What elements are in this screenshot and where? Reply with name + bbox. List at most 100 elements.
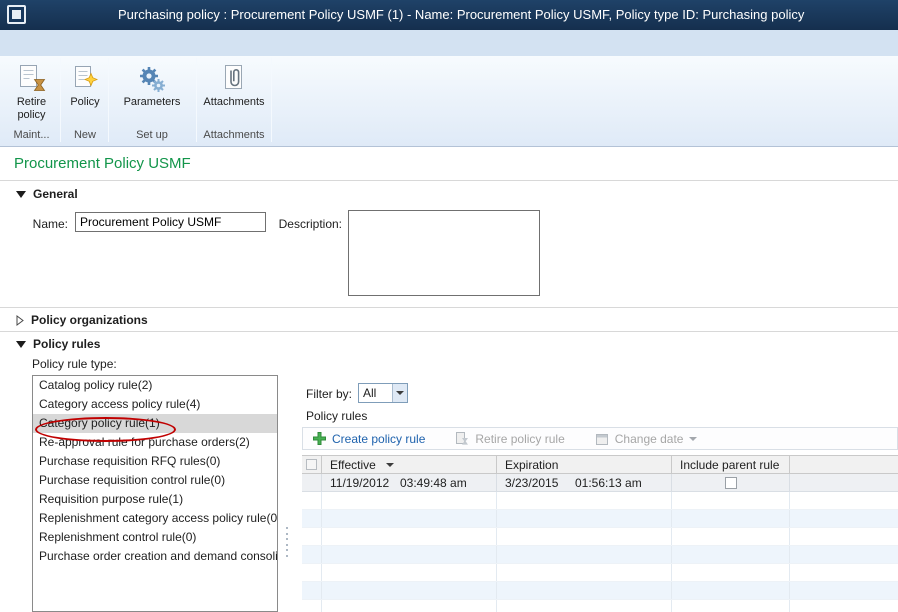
- column-header-label: Expiration: [505, 458, 558, 472]
- filter-by-label: Filter by:: [306, 387, 352, 401]
- rule-type-item[interactable]: Category access policy rule(4): [33, 395, 277, 414]
- include-parent-rule-cell: [672, 474, 790, 491]
- ribbon-group-caption: Set up: [136, 129, 168, 144]
- row-select-cell[interactable]: [302, 474, 322, 491]
- description-label: Description:: [276, 217, 342, 231]
- description-field[interactable]: [348, 210, 540, 296]
- create-policy-rule-label: Create policy rule: [332, 432, 425, 446]
- change-date-button[interactable]: Change date: [595, 432, 698, 446]
- parameters-button[interactable]: Parameters: [124, 58, 181, 129]
- grid-empty-row: [302, 546, 898, 564]
- effective-date: 11/19/2012: [330, 476, 400, 490]
- name-label: Name:: [22, 217, 68, 231]
- section-header-policy-rules[interactable]: Policy rules: [16, 337, 100, 351]
- ribbon-group-maintain: Retire policy Maint...: [4, 58, 59, 144]
- grid-empty-row: [302, 582, 898, 600]
- title-bar: Purchasing policy : Procurement Policy U…: [0, 0, 898, 30]
- change-date-label: Change date: [615, 432, 684, 446]
- ribbon-group-separator: [108, 58, 109, 142]
- rule-type-item[interactable]: Purchase requisition RFQ rules(0): [33, 452, 277, 471]
- divider: [0, 331, 898, 332]
- ribbon-group-separator: [60, 58, 61, 142]
- column-header-label: Effective: [330, 458, 376, 472]
- rule-type-item[interactable]: Replenishment category access policy rul…: [33, 509, 277, 528]
- purchasing-policy-window: Purchasing policy : Procurement Policy U…: [0, 0, 898, 612]
- filter-select[interactable]: All: [358, 383, 408, 403]
- expand-indicator-icon: [16, 315, 24, 326]
- divider: [0, 307, 898, 308]
- expiration-time: 01:56:13 am: [575, 476, 642, 490]
- section-label-policy-rules: Policy rules: [33, 337, 100, 351]
- retire-policy-rule-button[interactable]: Retire policy rule: [455, 432, 564, 446]
- collapse-indicator-icon: [16, 341, 26, 348]
- rule-type-item[interactable]: Purchase requisition control rule(0): [33, 471, 277, 490]
- grid-empty-row: [302, 600, 898, 612]
- retire-policy-rule-label: Retire policy rule: [475, 432, 564, 446]
- rule-type-item[interactable]: Requisition purpose rule(1): [33, 490, 277, 509]
- include-parent-rule-checkbox[interactable]: [725, 477, 737, 489]
- section-header-general[interactable]: General: [16, 187, 78, 201]
- parameters-gears-icon: [137, 62, 167, 96]
- policy-rules-grid: Effective Expiration Include parent rule…: [302, 455, 898, 612]
- ribbon-tabs-row: File Purchasing policy: [0, 30, 898, 56]
- retire-policy-label: Retire policy: [4, 96, 59, 122]
- plus-icon: [313, 432, 326, 445]
- app-icon: [7, 5, 26, 24]
- ribbon-group-separator: [271, 58, 272, 142]
- attachments-button[interactable]: Attachments: [203, 58, 264, 129]
- effective-cell: 11/19/2012 03:49:48 am: [322, 474, 497, 491]
- rule-type-item[interactable]: Replenishment control rule(0): [33, 528, 277, 547]
- create-policy-rule-button[interactable]: Create policy rule: [313, 432, 425, 446]
- section-label-policy-organizations: Policy organizations: [31, 313, 148, 327]
- attachments-paperclip-icon: [219, 62, 249, 96]
- policy-rule-type-listbox: Catalog policy rule(2) Category access p…: [32, 375, 278, 612]
- sort-arrow-icon: [386, 463, 394, 467]
- section-header-policy-organizations[interactable]: Policy organizations: [16, 313, 148, 327]
- rule-type-item-selected[interactable]: Category policy rule(1): [33, 414, 277, 433]
- filter-select-value: All: [359, 386, 392, 400]
- window-title: Purchasing policy : Procurement Policy U…: [118, 7, 896, 22]
- expiration-cell: 3/23/2015 01:56:13 am: [497, 474, 672, 491]
- grid-row[interactable]: 11/19/2012 03:49:48 am 3/23/2015 01:56:1…: [302, 474, 898, 492]
- grid-empty-row: [302, 564, 898, 582]
- select-all-checkbox[interactable]: [306, 459, 317, 470]
- rule-type-item[interactable]: Purchase order creation and demand conso…: [33, 547, 277, 566]
- policy-rules-toolbar: Create policy rule Retire policy rule Ch…: [302, 427, 898, 450]
- ribbon-group-setup: Parameters Set up: [110, 58, 194, 144]
- parameters-label: Parameters: [124, 96, 181, 109]
- retire-policy-icon: [17, 62, 47, 96]
- grid-empty-row: [302, 492, 898, 510]
- ribbon-group-caption: Maint...: [13, 129, 49, 144]
- new-policy-button[interactable]: Policy: [70, 58, 100, 129]
- calendar-icon: [595, 432, 609, 446]
- attachments-label: Attachments: [203, 96, 264, 109]
- ribbon-group-caption: New: [74, 129, 96, 144]
- column-header-effective[interactable]: Effective: [322, 456, 497, 473]
- rule-type-item[interactable]: Re-approval rule for purchase orders(2): [33, 433, 277, 452]
- expiration-date: 3/23/2015: [505, 476, 575, 490]
- page-title: Procurement Policy USMF: [14, 155, 191, 172]
- grid-header-row: Effective Expiration Include parent rule: [302, 455, 898, 474]
- column-header-include-parent-rule[interactable]: Include parent rule: [672, 456, 790, 473]
- section-label-general: General: [33, 187, 78, 201]
- column-header-label: Include parent rule: [680, 458, 779, 472]
- column-header-filler: [790, 456, 898, 473]
- select-all-cell: [302, 456, 322, 473]
- divider: [0, 180, 898, 181]
- retire-policy-button[interactable]: Retire policy: [4, 58, 59, 129]
- collapse-indicator-icon: [16, 191, 26, 198]
- grid-empty-row: [302, 528, 898, 546]
- ribbon: Retire policy Maint... Policy New: [0, 56, 898, 147]
- new-policy-label: Policy: [70, 96, 99, 109]
- column-header-expiration[interactable]: Expiration: [497, 456, 672, 473]
- name-field[interactable]: [75, 212, 266, 232]
- new-policy-icon: [70, 62, 100, 96]
- ribbon-group-new: Policy New: [63, 58, 107, 144]
- ribbon-group-caption: Attachments: [203, 129, 264, 144]
- ribbon-group-attachments: Attachments Attachments: [198, 58, 270, 144]
- panel-splitter[interactable]: [285, 527, 289, 557]
- grid-caption: Policy rules: [306, 409, 367, 423]
- retire-rule-icon: [455, 432, 469, 446]
- row-filler: [790, 474, 898, 491]
- rule-type-item[interactable]: Catalog policy rule(2): [33, 376, 277, 395]
